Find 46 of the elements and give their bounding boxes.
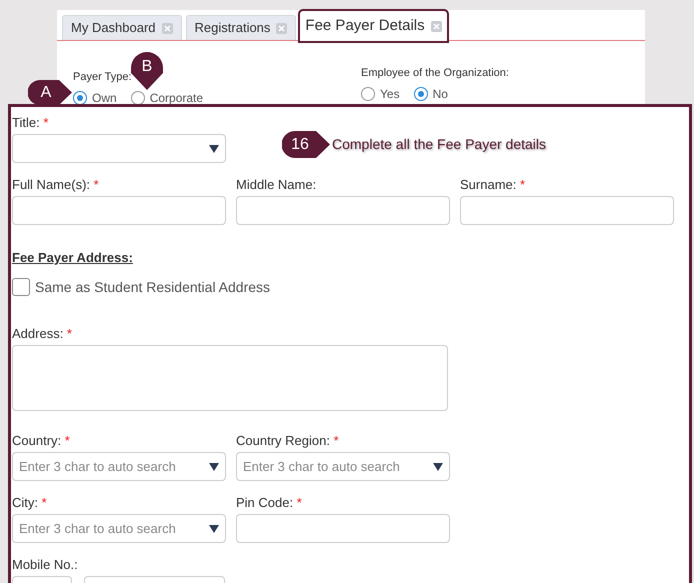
- field-label: Country: *: [12, 433, 70, 449]
- field-label: Middle Name:: [236, 177, 316, 193]
- callout-marker: 16: [282, 131, 330, 158]
- field-label: Full Name(s): *: [12, 177, 99, 193]
- callout-marker: B: [131, 52, 163, 90]
- radio-button[interactable]: [414, 86, 428, 100]
- section-heading: Fee Payer Address:: [12, 250, 133, 266]
- tab[interactable]: Fee Payer Details: [300, 11, 447, 41]
- caret-icon: [209, 144, 219, 152]
- radio-label: Own: [92, 90, 117, 104]
- close-icon[interactable]: [162, 22, 173, 34]
- input-field[interactable]: [12, 196, 226, 225]
- radio-button[interactable]: [361, 86, 375, 100]
- dropdown-field[interactable]: [12, 134, 226, 163]
- caret-icon: [209, 462, 219, 470]
- checkbox[interactable]: [12, 278, 30, 296]
- callout-text: Complete all the Fee Payer details: [332, 135, 546, 154]
- field-label: Country Region: *: [236, 433, 339, 449]
- input-field[interactable]: [236, 196, 450, 225]
- input-field[interactable]: [236, 514, 450, 543]
- caret-icon: [209, 524, 219, 532]
- close-icon[interactable]: [430, 21, 442, 32]
- radio-label: Corporate: [150, 90, 204, 104]
- radio-label: No: [432, 86, 448, 100]
- radio-label: Yes: [380, 86, 400, 100]
- close-icon[interactable]: [276, 22, 288, 34]
- text-area[interactable]: [12, 345, 448, 411]
- radio-button[interactable]: [73, 90, 87, 104]
- dropdown-field[interactable]: Enter 3 char to auto search: [12, 514, 226, 543]
- tab[interactable]: Registrations: [186, 15, 296, 40]
- tab[interactable]: My Dashboard: [62, 15, 182, 40]
- field-label: Pin Code: *: [236, 495, 302, 511]
- radio-button[interactable]: [130, 90, 145, 104]
- field-label: Payer Type:: [73, 71, 132, 84]
- field-label: Employee of the Organization:: [361, 67, 509, 80]
- field-label: Mobile No.:: [12, 557, 78, 573]
- dropdown-field[interactable]: Enter 3 char to auto search: [12, 452, 226, 481]
- checkbox-label: Same as Student Residential Address: [35, 278, 270, 297]
- caret-icon: [433, 462, 443, 470]
- field-label: City: *: [12, 495, 47, 511]
- dropdown-field[interactable]: Enter 3 char to auto search: [236, 452, 450, 481]
- callout-marker: A: [28, 80, 72, 105]
- field-label: Title: *: [12, 115, 48, 131]
- field-label: Address: *: [12, 326, 72, 342]
- input-field[interactable]: [460, 196, 674, 225]
- field-label: Surname: *: [460, 177, 526, 193]
